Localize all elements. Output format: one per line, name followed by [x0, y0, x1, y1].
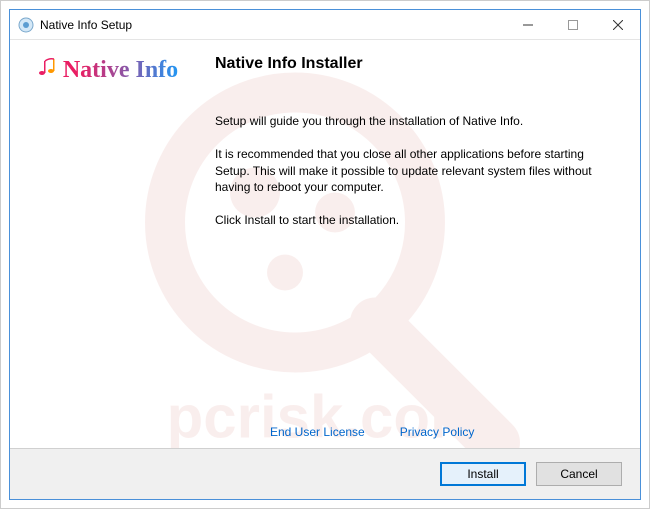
logo-text: Native Info: [63, 57, 178, 84]
intro-text-1: Setup will guide you through the install…: [215, 113, 612, 130]
maximize-button[interactable]: [550, 10, 595, 39]
main-content: Native Info Installer Setup will guide y…: [205, 40, 640, 449]
titlebar: Native Info Setup: [10, 10, 640, 40]
installer-window: Native Info Setup pcrisk.com: [9, 9, 641, 500]
install-button[interactable]: Install: [440, 462, 526, 486]
app-icon: [18, 17, 34, 33]
intro-text-2: It is recommended that you close all oth…: [215, 146, 612, 196]
window-controls: [505, 10, 640, 39]
music-notes-icon: [37, 55, 61, 85]
footer: Install Cancel: [10, 449, 640, 499]
window-title: Native Info Setup: [40, 18, 505, 32]
close-button[interactable]: [595, 10, 640, 39]
installer-heading: Native Info Installer: [215, 55, 612, 73]
app-logo: Native Info: [37, 55, 178, 85]
sidebar: Native Info: [10, 40, 205, 449]
intro-text-3: Click Install to start the installation.: [215, 212, 612, 229]
minimize-button[interactable]: [505, 10, 550, 39]
cancel-button[interactable]: Cancel: [536, 462, 622, 486]
